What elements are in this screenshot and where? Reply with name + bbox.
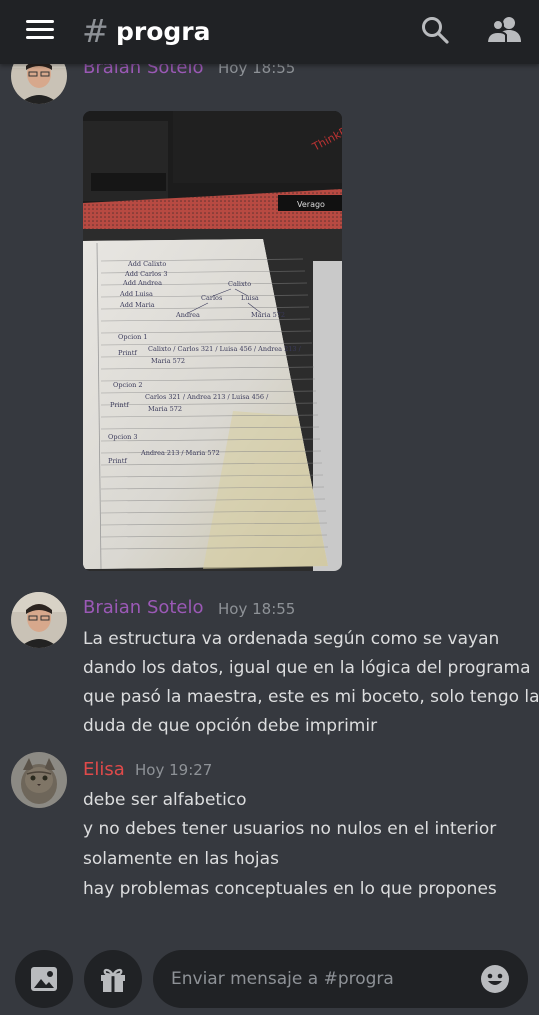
svg-text:Printf: Printf (108, 457, 127, 465)
message-input[interactable] (171, 950, 471, 1008)
svg-text:Maria 572: Maria 572 (151, 357, 185, 365)
message-timestamp: Hoy 18:55 (218, 600, 296, 618)
message-author[interactable]: Braian Sotelo (83, 64, 204, 80)
message-author[interactable]: Braian Sotelo (83, 596, 204, 620)
message-composer (0, 940, 539, 1015)
message-text-line: que pasó la maestra, este es mi boceto, … (83, 687, 539, 707)
svg-text:Luisa: Luisa (241, 294, 259, 302)
svg-text:Opcion 3: Opcion 3 (108, 433, 138, 441)
image-icon (31, 967, 57, 991)
svg-text:Opcion 2: Opcion 2 (113, 381, 143, 389)
svg-text:Maria 572: Maria 572 (251, 311, 285, 319)
svg-text:Calixto / Carlos 321 / Luisa 4: Calixto / Carlos 321 / Luisa 456 / Andre… (148, 345, 302, 353)
hamburger-icon[interactable] (26, 20, 54, 40)
svg-text:Carlos: Carlos (201, 294, 222, 302)
message-input-container (153, 950, 528, 1008)
gift-icon (101, 968, 125, 992)
avatar[interactable] (11, 64, 67, 104)
message-text-line: dando los datos, igual que en la lógica … (83, 658, 531, 678)
message-text-line: duda de que opción debe imprimir (83, 716, 378, 736)
avatar[interactable] (11, 752, 67, 808)
svg-text:Add Maria: Add Maria (119, 301, 155, 309)
message-text-line: solamente en las hojas (83, 849, 279, 869)
svg-text:Printf: Printf (118, 349, 137, 357)
svg-text:Add Carlos 3: Add Carlos 3 (124, 270, 168, 278)
message-text-line: y no debes tener usuarios no nulos en el… (83, 819, 497, 839)
avatar[interactable] (11, 592, 67, 648)
message-text-line: hay problemas conceptuales en lo que pro… (83, 879, 497, 899)
svg-text:Add Andrea: Add Andrea (122, 279, 162, 287)
upload-image-button[interactable] (15, 950, 73, 1008)
message-list[interactable]: Braian Sotelo Hoy 18:55 ThinkP Verago Ad… (0, 64, 539, 940)
notebook-photo-attachment[interactable]: ThinkP Verago Add Calixto Add Carlos 3 A… (83, 111, 342, 571)
message-timestamp: Hoy 19:27 (135, 761, 213, 779)
message-text-line: La estructura va ordenada según como se … (83, 629, 500, 649)
svg-text:Calixto: Calixto (228, 280, 251, 288)
channel-name: progra (116, 17, 211, 46)
message-text-line: debe ser alfabetico (83, 790, 247, 810)
svg-text:Opcion 1: Opcion 1 (118, 333, 148, 341)
svg-text:Printf: Printf (110, 401, 129, 409)
svg-text:Add Calixto: Add Calixto (127, 260, 166, 268)
members-icon[interactable] (485, 14, 521, 46)
message-timestamp: Hoy 18:55 (218, 64, 296, 77)
channel-header: # progra (0, 0, 539, 64)
keyboard-brand-text: Verago (297, 200, 325, 209)
svg-text:Add Luisa: Add Luisa (119, 290, 153, 298)
svg-text:Andrea: Andrea (175, 311, 200, 319)
message-author[interactable]: Elisa (83, 758, 125, 782)
emoji-icon[interactable] (480, 964, 510, 994)
search-icon[interactable] (419, 14, 451, 46)
svg-text:Maria 572: Maria 572 (148, 405, 182, 413)
gift-button[interactable] (84, 950, 142, 1008)
channel-hash-icon: # (82, 12, 109, 50)
svg-text:Andrea 213 / Maria 572: Andrea 213 / Maria 572 (140, 449, 220, 457)
svg-text:Carlos 321 / Andrea 213 / Luis: Carlos 321 / Andrea 213 / Luisa 456 / (145, 393, 269, 401)
